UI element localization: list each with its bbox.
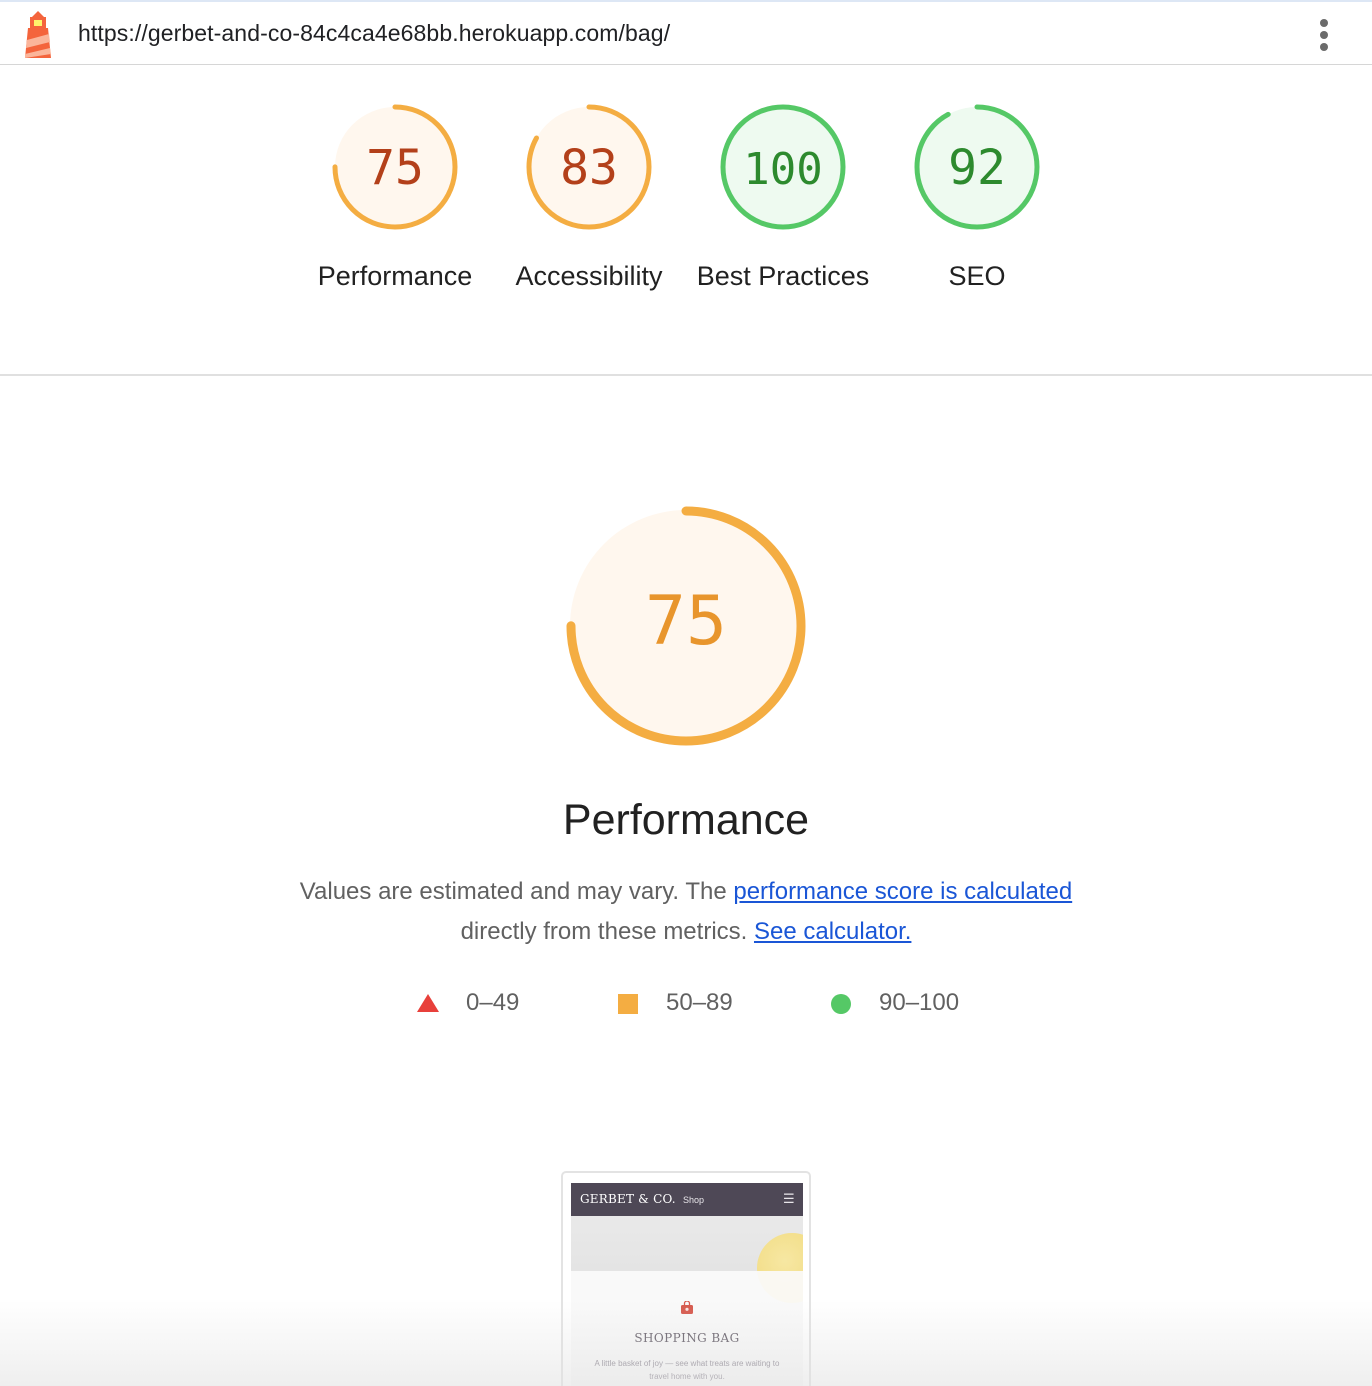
gauge-accessibility-label: Accessibility: [515, 261, 663, 291]
legend-fail-label: 0–49: [466, 989, 520, 1016]
gauge-best-practices-label: Best Practices: [696, 261, 870, 291]
screenshot-nav-link: Shop: [683, 1195, 705, 1205]
screenshot-card: SHOPPING BAG A little basket of joy — se…: [571, 1271, 803, 1386]
gauge-seo-score: 92: [948, 140, 1006, 196]
gauge-performance-ring: 75: [332, 104, 458, 230]
screenshot-navbar: GERBET & CO. Shop ☰: [571, 1183, 803, 1216]
lighthouse-report: https://gerbet-and-co-84c4ca4e68bb.herok…: [0, 0, 1372, 1386]
gauge-best-practices-ring: 100: [720, 104, 846, 230]
legend-pass: 90–100: [830, 987, 959, 1019]
final-screenshot-thumbnail[interactable]: GERBET & CO. Shop ☰ SHOPPING BAG A littl…: [561, 1171, 811, 1386]
shopping-bag-icon: [681, 1301, 693, 1314]
score-calculated-link[interactable]: performance score is calculated: [733, 878, 1072, 905]
gauge-seo-ring: 92: [914, 104, 1040, 230]
report-topbar: https://gerbet-and-co-84c4ca4e68bb.herok…: [0, 0, 1372, 65]
gauge-best-practices-score: 100: [743, 144, 822, 195]
gauge-accessibility-ring: 83: [526, 104, 652, 230]
gauge-performance[interactable]: 75 Performance: [300, 100, 490, 296]
description-text: Values are estimated and may vary. The: [299, 878, 727, 905]
kebab-menu-icon[interactable]: [1310, 16, 1338, 54]
performance-description: Values are estimated and may vary. The p…: [286, 872, 1086, 952]
square-icon: [618, 994, 638, 1014]
gauge-performance-label: Performance: [317, 261, 473, 291]
gauge-best-practices[interactable]: 100 Best Practices: [688, 100, 878, 296]
gauge-seo[interactable]: 92 SEO: [882, 100, 1072, 296]
screenshot-content: GERBET & CO. Shop ☰ SHOPPING BAG A littl…: [571, 1183, 803, 1386]
hamburger-icon: ☰: [783, 1191, 795, 1206]
screenshot-subtitle: A little basket of joy — see what treats…: [594, 1359, 780, 1381]
performance-score-gauge: 75: [566, 506, 806, 746]
legend-average: 50–89: [617, 987, 733, 1019]
circle-icon: [831, 994, 851, 1014]
performance-title: Performance: [562, 796, 810, 844]
screenshot-title: SHOPPING BAG: [634, 1331, 740, 1345]
report-url: https://gerbet-and-co-84c4ca4e68bb.herok…: [78, 20, 671, 46]
see-calculator-link[interactable]: See calculator.: [754, 918, 911, 945]
screenshot-brand: GERBET & CO.: [580, 1192, 676, 1206]
lighthouse-icon: [25, 11, 51, 58]
gauge-accessibility-score: 83: [560, 140, 618, 196]
gauge-seo-label: SEO: [948, 261, 1006, 291]
legend-pass-label: 90–100: [879, 989, 960, 1016]
performance-score-value: 75: [645, 582, 727, 661]
gauge-performance-score: 75: [366, 140, 424, 196]
triangle-icon: [417, 994, 439, 1012]
gauge-accessibility[interactable]: 83 Accessibility: [494, 100, 684, 296]
legend-fail: 0–49: [416, 987, 519, 1019]
section-divider: [0, 374, 1372, 376]
legend-average-label: 50–89: [666, 989, 733, 1016]
description-text-2: directly from these metrics.: [460, 918, 748, 945]
